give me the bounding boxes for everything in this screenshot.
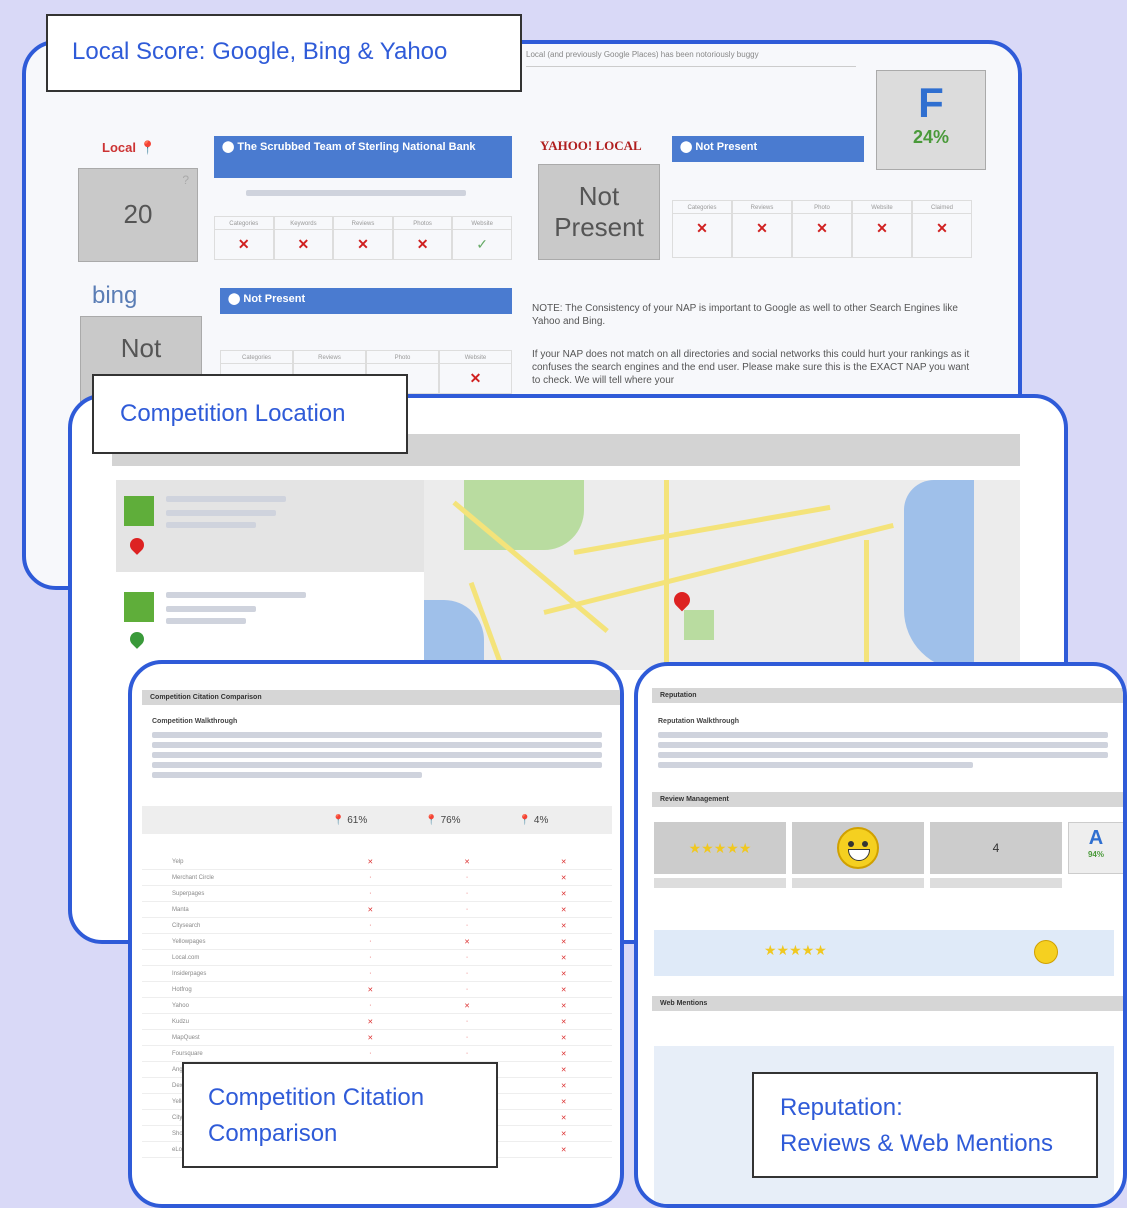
competitor-avatar-icon (124, 496, 154, 526)
top-blurred-text: Local (and previously Google Places) has… (526, 50, 759, 59)
location-pin-icon[interactable] (670, 588, 694, 612)
citation-comparison-label: Competition Citation Comparison (182, 1062, 498, 1168)
local-grade-pct: 24% (912, 127, 950, 147)
reputation-grade-card: A 94% (1068, 822, 1123, 874)
competition-location-label: Competition Location (92, 374, 408, 454)
yahoo-citation-row: Categories ✕ Reviews ✕ Photo ✕ Website ✕ Cla… (672, 200, 972, 258)
google-citation-row: Categories ✕ Keywords ✕ Reviews ✕ Photos ✕ W… (214, 216, 512, 260)
local-grade-letter: F (918, 79, 944, 126)
green-pin-icon: 📍 (425, 814, 438, 826)
red-pin-icon (127, 535, 147, 555)
star-rating-card: ★★★★★ (654, 822, 786, 874)
map-marker-icon: ⬤ (228, 293, 244, 305)
bing-local-logo: bing (92, 282, 138, 309)
green-pin-icon (127, 629, 147, 649)
local-score-label: Local Score: Google, Bing & Yahoo (46, 14, 522, 92)
review-management-header: Review Management (652, 792, 1123, 807)
google-score-card: ? 20 (78, 168, 198, 262)
map-marker-icon: ⬤ (222, 141, 238, 153)
map-marker-icon: ⬤ (680, 141, 696, 153)
citation-walkthrough-title: Competition Walkthrough (152, 718, 238, 725)
smiley-card (792, 822, 924, 874)
reputation-walkthrough-title: Reputation Walkthrough (658, 718, 740, 725)
nap-note-detail: If your NAP does not match on all direct… (532, 349, 970, 386)
info-icon: ? (182, 173, 189, 187)
map-pin-icon: 📍 (139, 140, 156, 155)
citation-pct-header: 📍 61% 📍 76% 📍 4% (142, 806, 612, 834)
competitor-row[interactable] (116, 572, 424, 664)
google-business-bar: ⬤ The Scrubbed Team of Sterling National… (214, 136, 512, 178)
web-mentions-header: Web Mentions (652, 996, 1123, 1011)
competition-map[interactable] (424, 480, 1020, 670)
red-pin-icon: 📍 (332, 814, 345, 826)
review-count-card: 4 (930, 822, 1062, 874)
yahoo-status-card: Not Present (538, 164, 660, 260)
google-local-logo: Local 📍 (102, 140, 156, 155)
reputation-label: Reputation: Reviews & Web Mentions (752, 1072, 1098, 1178)
google-score-value: 20 (123, 199, 153, 229)
reputation-panel-header: Reputation (652, 688, 1123, 703)
local-grade-card: F 24% (876, 70, 986, 170)
bing-status-bar: ⬤ Not Present (220, 288, 512, 314)
yahoo-status-bar: ⬤ Not Present (672, 136, 864, 162)
yahoo-local-logo: YAHOO! LOCAL (540, 138, 642, 153)
competitor-avatar-icon (124, 592, 154, 622)
competitor-row[interactable] (116, 480, 424, 572)
smiley-icon (1034, 940, 1058, 964)
review-summary-row: ★★★★★ (654, 930, 1114, 976)
blue-pin-icon: 📍 (518, 814, 532, 826)
nap-note: NOTE: The Consistency of your NAP is imp… (532, 303, 958, 327)
smiley-face-icon (837, 827, 879, 869)
citation-panel-header: Competition Citation Comparison (142, 690, 620, 705)
